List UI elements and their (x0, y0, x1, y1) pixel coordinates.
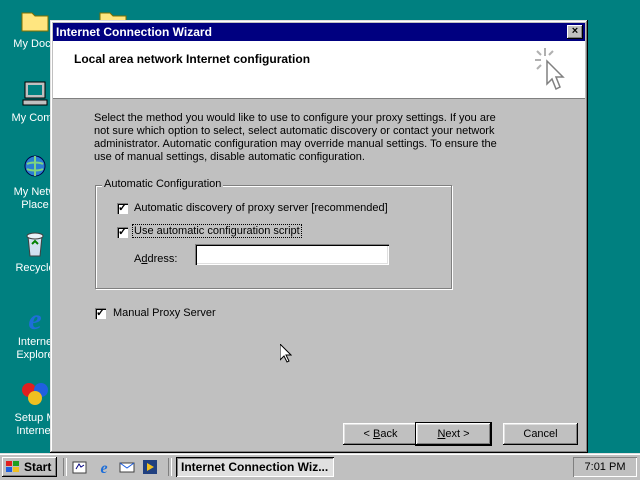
start-button[interactable]: Start (2, 457, 57, 477)
taskbar-separator (63, 458, 67, 476)
start-label: Start (24, 460, 52, 474)
taskbar-item-internet-connection-wizard[interactable]: Internet Connection Wiz... (176, 457, 334, 477)
wizard-cursor-sparkle-icon (535, 48, 565, 91)
wizard-window: Internet Connection Wizard × Local area … (50, 20, 588, 453)
outlook-express-icon[interactable] (119, 459, 135, 475)
close-icon: × (571, 25, 579, 37)
taskbar-separator (168, 458, 172, 476)
next-rest: ext > (445, 428, 470, 440)
window-title: Internet Connection Wizard (56, 25, 212, 39)
clock: 7:01 PM (573, 457, 637, 477)
title-bar[interactable]: Internet Connection Wizard × (53, 23, 585, 41)
auto-discovery-checkbox[interactable]: ✓ (117, 203, 128, 214)
address-label: Address: (134, 253, 177, 265)
ie-icon: e (28, 303, 41, 334)
group-label: Automatic Configuration (102, 178, 224, 190)
next-button[interactable]: Next > (416, 423, 491, 445)
back-button[interactable]: < Back (343, 423, 418, 445)
check-icon: ✓ (96, 307, 106, 319)
ie-quicklaunch-icon[interactable]: e (96, 459, 112, 475)
check-icon: ✓ (118, 202, 128, 214)
mouse-pointer-icon (280, 344, 292, 363)
show-desktop-icon[interactable] (72, 459, 88, 475)
channels-icon[interactable] (142, 459, 158, 475)
auto-config-script-checkbox[interactable]: ✓ (117, 227, 128, 238)
recycle-bin-icon (26, 232, 44, 257)
taskbar: Start e Internet Connection Wiz... 7:01 … (0, 453, 640, 480)
msn-icon (22, 383, 48, 405)
back-rest: ack (380, 428, 398, 440)
check-icon: ✓ (118, 226, 128, 238)
address-label-rest: dress: (147, 253, 178, 265)
folder-icon (21, 12, 49, 32)
auto-config-script-label[interactable]: Use automatic configuration script (132, 224, 302, 238)
close-button[interactable]: × (567, 25, 583, 39)
instructions-text: Select the method you would like to use … (94, 112, 497, 163)
network-icon (24, 155, 46, 177)
cancel-button[interactable]: Cancel (503, 423, 578, 445)
wizard-header: Local area network Internet configuratio… (53, 41, 585, 99)
manual-proxy-checkbox[interactable]: ✓ (95, 308, 106, 319)
auto-discovery-label[interactable]: Automatic discovery of proxy server [rec… (134, 202, 388, 214)
manual-proxy-label[interactable]: Manual Proxy Server (113, 307, 216, 319)
svg-text:e: e (100, 460, 107, 475)
page-title: Local area network Internet configuratio… (74, 52, 311, 66)
automatic-configuration-group: Automatic Configuration ✓ Automatic disc… (95, 178, 452, 289)
back-prefix: < (363, 428, 373, 440)
address-field[interactable] (195, 244, 389, 265)
windows-logo-icon (6, 461, 19, 472)
svg-text:e: e (28, 303, 41, 334)
computer-icon (22, 81, 48, 106)
